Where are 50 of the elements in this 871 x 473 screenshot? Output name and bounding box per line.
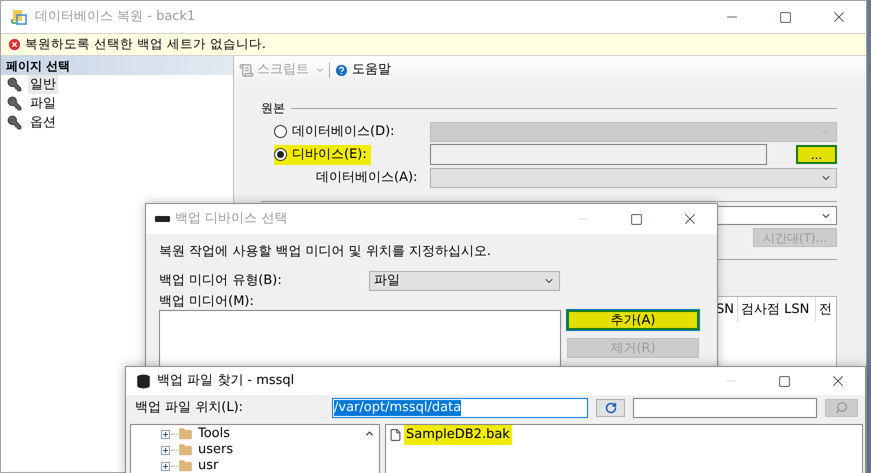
location-field[interactable]: /var/opt/mssql/data <box>332 398 588 418</box>
help-button[interactable]: 도움말 <box>352 60 391 80</box>
folder-icon <box>178 427 193 441</box>
location-label: 백업 파일 위치(L): <box>135 398 244 417</box>
script-icon <box>239 62 254 78</box>
expand-icon[interactable] <box>161 446 170 454</box>
media-type-dropdown[interactable]: 파일 <box>369 271 560 291</box>
sidebar-item[interactable]: 일반 <box>28 74 58 94</box>
database-icon <box>136 374 151 389</box>
search-icon <box>835 401 848 414</box>
error-icon <box>7 37 22 52</box>
maximize-icon[interactable] <box>779 10 792 24</box>
folder-icon <box>178 443 193 457</box>
file-icon <box>389 428 402 442</box>
maximize-icon[interactable] <box>778 374 791 388</box>
expand-icon[interactable] <box>161 462 170 470</box>
search-button[interactable] <box>825 398 858 417</box>
window-title: 데이터베이스 복원 - back1 <box>35 8 196 26</box>
dialog-button[interactable]: 추가(A) <box>567 310 699 330</box>
sidebar-item[interactable]: 옵션 <box>28 112 58 132</box>
database-restore-icon <box>11 9 27 25</box>
column-header: 검사점 LSN <box>738 297 816 322</box>
section-heading: 원본 <box>261 100 285 117</box>
key-icon <box>7 96 22 111</box>
error-message: 복원하도록 선택한 백업 세트가 없습니다. <box>25 35 266 54</box>
radio-button[interactable] <box>274 148 287 161</box>
dialog-title: 백업 디바이스 선택 <box>175 210 288 228</box>
maximize-icon[interactable] <box>630 212 643 226</box>
expand-icon[interactable] <box>161 430 170 438</box>
sidebar-header: 페이지 선택 <box>1 56 233 75</box>
file-item[interactable]: SampleDB2.bak <box>404 425 512 445</box>
database-label: 데이터베이스(A): <box>316 168 418 187</box>
browse-button[interactable]: ... <box>796 145 837 164</box>
sidebar-item[interactable]: 파일 <box>28 94 58 114</box>
media-type-label: 백업 미디어 유형(B): <box>159 272 283 290</box>
radio-button[interactable] <box>274 125 287 138</box>
search-field[interactable] <box>633 398 817 418</box>
device-icon <box>155 216 170 222</box>
instruction-text: 복원 작업에 사용할 백업 미디어 및 위치를 지정하십시오. <box>159 243 492 260</box>
help-icon <box>334 62 349 78</box>
device-field[interactable] <box>430 144 767 165</box>
media-label: 백업 미디어(M): <box>159 293 255 310</box>
column-header: 전 <box>818 300 833 319</box>
refresh-icon <box>604 402 616 414</box>
dialog-title: 백업 파일 찾기 - mssql <box>157 372 294 390</box>
key-icon <box>7 77 22 92</box>
key-icon <box>7 115 22 130</box>
folder-icon <box>178 459 193 473</box>
refresh-button[interactable] <box>596 398 625 417</box>
radio-label: 데이터베이스(D): <box>292 122 395 141</box>
